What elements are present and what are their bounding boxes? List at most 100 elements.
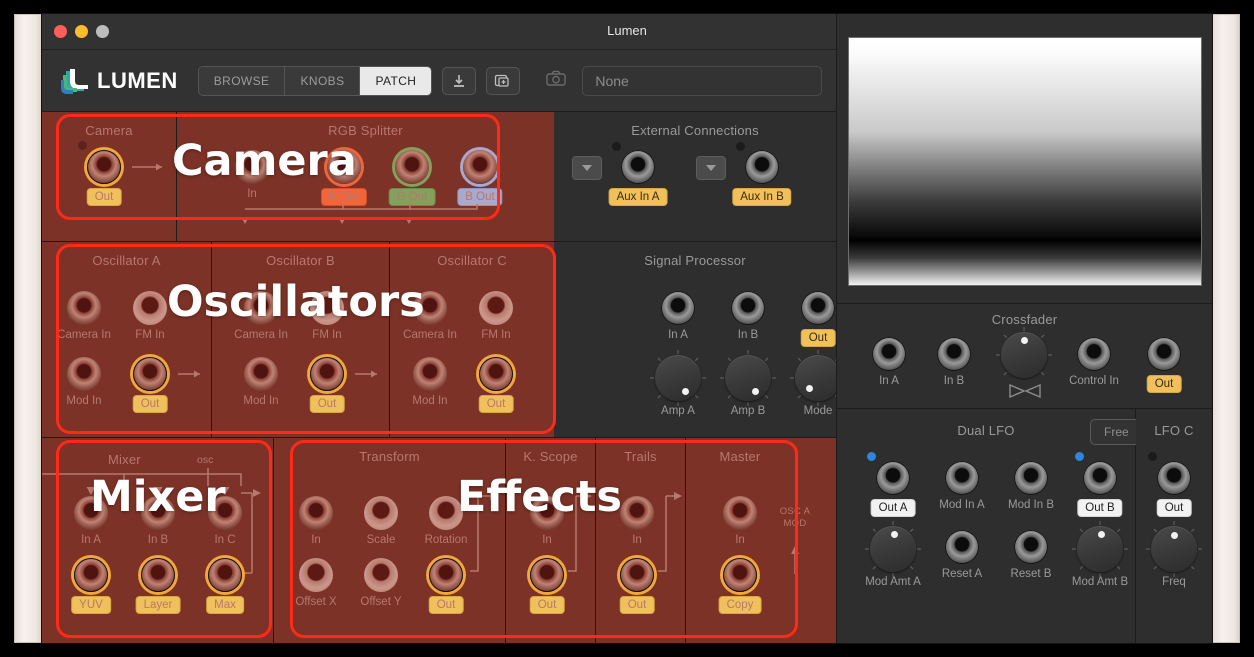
panel-oscillator-b: Oscillator B Camera In FM In Mod In Out — [212, 242, 390, 437]
jack-ring-icon — [1147, 337, 1181, 371]
jack-label: Camera In — [234, 329, 288, 341]
master-feedback-arrow — [791, 546, 799, 574]
jack-ring-icon — [479, 357, 513, 391]
jack-transform-offset-y[interactable]: Offset Y — [360, 558, 402, 608]
jack-ring-icon — [87, 150, 121, 184]
jack-trails-out[interactable]: Out — [619, 558, 655, 614]
knob-indicator — [806, 385, 813, 392]
jack-trails-in[interactable]: In — [620, 496, 654, 546]
jack-crossfader-in-a[interactable]: In A — [872, 337, 906, 387]
jack-lfo-mod-in-b[interactable]: Mod In B — [1008, 461, 1054, 511]
jack-transform-out[interactable]: Out — [428, 558, 464, 614]
knob-indicator — [752, 388, 759, 395]
jack-osc-a-out[interactable]: Out — [132, 357, 168, 413]
jack-osc-c-fm-in[interactable]: FM In — [479, 291, 513, 341]
jack-sp-in-a[interactable]: In A — [661, 291, 695, 341]
jack-label: In A — [668, 329, 688, 341]
jack-ring-icon — [1083, 461, 1117, 495]
jack-kscope-out[interactable]: Out — [529, 558, 565, 614]
tab-knobs[interactable]: KNOBS — [285, 66, 361, 95]
jack-osc-c-mod-in[interactable]: Mod In — [412, 357, 448, 407]
patch-name-input[interactable]: None — [582, 65, 822, 96]
patch-name-value: None — [595, 72, 629, 89]
chevron-down-icon — [706, 165, 716, 171]
jack-mixer-layer-out[interactable]: Layer — [135, 558, 181, 614]
jack-osc-c-out[interactable]: Out — [478, 357, 514, 413]
jack-transform-in[interactable]: In — [299, 496, 333, 546]
app-brand: LUMEN — [60, 67, 178, 95]
jack-sp-out[interactable]: Out — [800, 291, 836, 347]
tab-browse[interactable]: BROWSE — [198, 66, 286, 95]
knob-lfo-c-freq[interactable]: Freq — [1146, 521, 1202, 588]
jack-osc-b-out[interactable]: Out — [309, 357, 345, 413]
jack-lfo-out-a[interactable]: Out A — [870, 461, 916, 517]
knob-amp-b[interactable]: Amp B — [720, 350, 776, 417]
jack-ring-icon — [723, 496, 757, 530]
jack-ring-icon — [364, 496, 398, 530]
jack-lfo-reset-b[interactable]: Reset B — [1011, 530, 1051, 580]
jack-ring-icon — [620, 496, 654, 530]
panel-oscillator-a: Oscillator A Camera In FM In Mod In Out — [42, 242, 212, 437]
download-patch-button[interactable] — [442, 66, 477, 95]
jack-ring-icon — [945, 530, 979, 564]
jack-transform-offset-x[interactable]: Offset X — [295, 558, 337, 608]
jack-label: Mod In A — [939, 499, 985, 511]
jack-ring-icon — [463, 150, 497, 184]
jack-ring-icon — [74, 558, 108, 592]
jack-lfo-out-b[interactable]: Out B — [1077, 461, 1123, 517]
jack-crossfader-out[interactable]: Out — [1146, 337, 1182, 393]
panel-oscillator-b-title: Oscillator B — [266, 253, 335, 268]
aux-in-a-source-select[interactable] — [572, 156, 602, 180]
jack-aux-in-b[interactable]: Aux In B — [732, 150, 792, 206]
jack-ring-icon — [310, 357, 344, 391]
knob-body — [1077, 526, 1123, 572]
jack-rgb-b-out[interactable]: B Out — [457, 150, 503, 206]
knob-mod-amt-a[interactable]: Mod Amt A — [865, 521, 921, 588]
jack-ring-icon — [801, 291, 835, 325]
jack-osc-b-mod-in[interactable]: Mod In — [243, 357, 279, 407]
jack-mixer-yuv-out[interactable]: YUV — [71, 558, 111, 614]
jack-ring-icon — [299, 558, 333, 592]
jack-camera-out[interactable]: Out — [86, 150, 122, 206]
jack-rgb-g-out[interactable]: G Out — [388, 150, 436, 206]
lfo-mode-button[interactable]: Free — [1090, 419, 1143, 445]
knob-label: Amp B — [730, 405, 766, 417]
panel-lfo-c: LFO C Out Freq — [1136, 409, 1212, 643]
jack-label: Out — [800, 329, 836, 347]
jack-ring-icon — [530, 558, 564, 592]
jack-lfo-c-out[interactable]: Out — [1156, 461, 1192, 517]
panel-crossfader: Crossfader In A In B Control In Out — [836, 304, 1212, 409]
highlight-label-oscillators: Oscillators — [167, 277, 425, 327]
video-preview[interactable] — [848, 37, 1202, 286]
jack-osc-a-camera-in[interactable]: Camera In — [57, 291, 111, 341]
add-snapshot-button[interactable] — [486, 66, 521, 95]
knob-crossfader[interactable] — [996, 327, 1052, 398]
jack-master-copy[interactable]: Copy — [718, 558, 762, 614]
knob-mode[interactable]: Mode — [790, 350, 846, 417]
jack-osc-a-mod-in[interactable]: Mod In — [66, 357, 102, 407]
jack-osc-a-fm-in[interactable]: FM In — [133, 291, 167, 341]
tab-patch[interactable]: PATCH — [360, 66, 432, 95]
jack-ring-icon — [67, 291, 101, 325]
jack-sp-in-b[interactable]: In B — [731, 291, 765, 341]
knob-amp-a[interactable]: Amp A — [650, 350, 706, 417]
jack-lfo-reset-a[interactable]: Reset A — [942, 530, 982, 580]
knob-label: Mod Amt A — [865, 576, 921, 588]
panel-master-title: Master — [719, 449, 761, 464]
jack-label: In A — [879, 375, 899, 387]
panel-transform-title: Transform — [359, 449, 420, 464]
jack-crossfader-control-in[interactable]: Control In — [1069, 337, 1119, 387]
jack-master-in[interactable]: In — [723, 496, 757, 546]
jack-label: Max — [206, 596, 244, 614]
jack-ring-icon — [141, 558, 175, 592]
jack-mixer-max-out[interactable]: Max — [206, 558, 244, 614]
aux-in-b-source-select[interactable] — [696, 156, 726, 180]
jack-aux-in-a[interactable]: Aux In A — [608, 150, 668, 206]
master-feedback-note: OSC A MOD — [779, 506, 811, 529]
camera-icon — [546, 70, 567, 91]
knob-mod-amt-b[interactable]: Mod Amt B — [1072, 521, 1128, 588]
jack-ring-icon — [299, 496, 333, 530]
jack-crossfader-in-b[interactable]: In B — [937, 337, 971, 387]
jack-transform-scale[interactable]: Scale — [364, 496, 398, 546]
jack-lfo-mod-in-a[interactable]: Mod In A — [939, 461, 985, 511]
